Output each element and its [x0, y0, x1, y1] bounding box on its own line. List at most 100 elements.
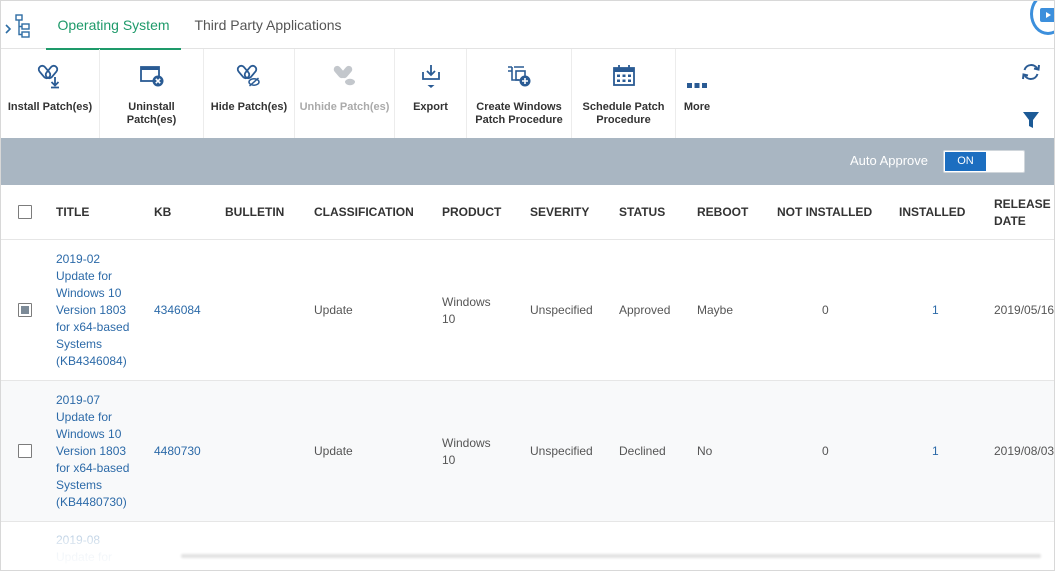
create-procedure-label: Create Windows Patch Procedure — [467, 101, 571, 127]
column-product[interactable]: PRODUCT — [442, 185, 501, 240]
patch-title-link[interactable]: 2019-08 Update for — [56, 532, 112, 566]
create-label-line-1: Create Windows — [476, 101, 562, 113]
title-line: 2019-08 — [56, 533, 101, 547]
title-line: 2019-07 — [56, 393, 101, 407]
row-kb[interactable]: 4480730 — [154, 381, 201, 522]
kb-link[interactable]: 4480730 — [154, 443, 201, 460]
table-row: 2019-07 Update for Windows 10 Version 18… — [1, 381, 1055, 522]
row-not-installed: 0 — [822, 444, 829, 458]
patch-title-link[interactable]: 2019-02 Update for Windows 10 Version 18… — [56, 251, 129, 370]
row-release-date: 2019/05/16 — [994, 303, 1055, 317]
hide-patches-button[interactable]: Hide Patch(es) — [204, 49, 295, 138]
filter-icon[interactable] — [1020, 109, 1042, 131]
uninstall-label-line-1: Uninstall — [128, 101, 175, 113]
export-button[interactable]: Export — [395, 49, 467, 138]
toggle-state: ON — [945, 152, 986, 171]
hide-patches-label: Hide Patch(es) — [210, 101, 288, 113]
more-button[interactable]: More — [676, 49, 718, 138]
product-line-1: Windows — [442, 435, 491, 450]
auto-approve-label: Auto Approve — [849, 153, 928, 168]
torn-edge-shadow — [181, 554, 1041, 558]
row-title[interactable]: 2019-02 Update for Windows 10 Version 18… — [56, 240, 138, 381]
release-label-line-2: DATE — [994, 213, 1026, 228]
uninstall-patch-icon — [139, 66, 163, 87]
create-label-line-2: Patch Procedure — [475, 114, 563, 126]
product-text: Windows 10 — [442, 294, 491, 328]
video-tutorial-icon[interactable] — [1030, 1, 1054, 35]
column-reboot[interactable]: REBOOT — [697, 185, 748, 240]
title-line: Update for — [56, 550, 113, 564]
patch-title-link[interactable]: 2019-07 Update for Windows 10 Version 18… — [56, 392, 129, 511]
installed-count-link[interactable]: 1 — [932, 302, 939, 319]
row-installed[interactable]: 1 — [932, 381, 939, 522]
column-kb[interactable]: KB — [154, 185, 171, 240]
auto-approve-toggle[interactable]: ON — [943, 150, 1025, 173]
row-product: Windows 10 — [442, 381, 491, 522]
row-title[interactable]: 2019-07 Update for Windows 10 Version 18… — [56, 381, 138, 522]
title-line: Version 1803 — [56, 444, 127, 458]
row-not-installed: 0 — [822, 303, 829, 317]
tree-view-icon[interactable] — [4, 13, 34, 39]
create-windows-patch-procedure-button[interactable]: Create Windows Patch Procedure — [467, 49, 572, 138]
patch-management-panel: Operating System Third Party Application… — [0, 0, 1055, 571]
schedule-patch-procedure-button[interactable]: Schedule Patch Procedure — [572, 49, 676, 138]
row-installed[interactable]: 1 — [932, 240, 939, 381]
more-label: More — [683, 101, 711, 113]
title-line: (KB4480730) — [56, 495, 127, 509]
more-dots-icon — [687, 83, 707, 88]
row-product: Windows 10 — [442, 240, 491, 381]
title-line: for x64-based — [56, 461, 130, 475]
table-row: 2019-08 Update for — [1, 522, 1054, 570]
uninstall-patches-button[interactable]: Uninstall Patch(es) — [100, 49, 204, 138]
title-line: Systems — [56, 478, 103, 492]
tabs-bar: Operating System Third Party Application… — [1, 1, 1054, 50]
row-kb[interactable]: 4346084 — [154, 240, 201, 381]
export-icon — [421, 65, 440, 88]
product-text: Windows 10 — [442, 435, 491, 469]
title-line: for x64-based — [56, 320, 130, 334]
release-date-label: RELEASE DATE — [994, 196, 1051, 230]
install-patch-icon — [37, 64, 60, 89]
title-line: Systems — [56, 337, 103, 351]
select-all-checkbox[interactable] — [18, 205, 32, 219]
column-status[interactable]: STATUS — [619, 185, 665, 240]
unhide-patches-button[interactable]: Unhide Patch(es) — [295, 49, 395, 138]
unhide-patches-label: Unhide Patch(es) — [299, 101, 390, 113]
export-label: Export — [413, 101, 448, 113]
row-checkbox[interactable] — [18, 303, 32, 317]
row-reboot: No — [697, 444, 713, 458]
row-severity: Unspecified — [530, 444, 593, 458]
tab-operating-system[interactable]: Operating System — [46, 1, 181, 50]
column-installed[interactable]: INSTALLED — [899, 185, 965, 240]
table-header: TITLE KB BULLETIN CLASSIFICATION PRODUCT… — [1, 185, 1054, 240]
column-bulletin[interactable]: BULLETIN — [225, 185, 284, 240]
column-severity[interactable]: SEVERITY — [530, 185, 589, 240]
column-release-date[interactable]: RELEASE DATE — [994, 185, 1051, 240]
install-patches-button[interactable]: Install Patch(es) — [1, 49, 100, 138]
row-checkbox[interactable] — [18, 444, 32, 458]
refresh-icon[interactable] — [1020, 61, 1042, 83]
title-line: Windows 10 — [56, 427, 122, 441]
title-line: 2019-02 — [56, 252, 101, 266]
schedule-label-line-2: Procedure — [596, 114, 651, 126]
row-title[interactable]: 2019-08 Update for — [56, 532, 138, 566]
uninstall-patches-label: Uninstall Patch(es) — [100, 101, 203, 127]
column-title[interactable]: TITLE — [56, 185, 89, 240]
row-classification: Update — [314, 444, 353, 458]
calendar-icon — [612, 65, 635, 86]
installed-count-link[interactable]: 1 — [932, 443, 939, 460]
uninstall-label-line-2: Patch(es) — [126, 114, 177, 126]
product-line-2: 10 — [442, 311, 456, 326]
column-not-installed[interactable]: NOT INSTALLED — [777, 185, 872, 240]
row-classification: Update — [314, 303, 353, 317]
tab-third-party-applications[interactable]: Third Party Applications — [191, 1, 345, 49]
title-line: Version 1803 — [56, 303, 127, 317]
schedule-label-line-1: Schedule Patch — [582, 101, 665, 113]
schedule-procedure-label: Schedule Patch Procedure — [572, 101, 675, 127]
title-line: (KB4346084) — [56, 354, 127, 368]
kb-link[interactable]: 4346084 — [154, 302, 201, 319]
column-classification[interactable]: CLASSIFICATION — [314, 185, 414, 240]
auto-approve-bar: Auto Approve ON — [1, 138, 1054, 185]
row-release-date: 2019/08/03 — [994, 444, 1055, 458]
product-line-1: Windows — [442, 294, 491, 309]
